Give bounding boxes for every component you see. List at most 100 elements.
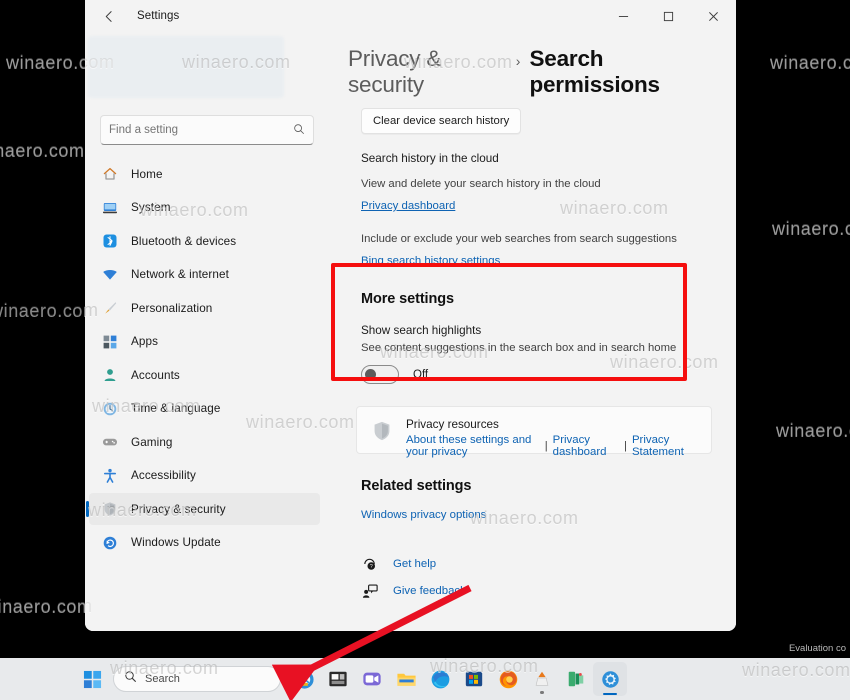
bing-description: Include or exclude your web searches fro… bbox=[361, 233, 677, 245]
breadcrumb-parent[interactable]: Privacy & security bbox=[348, 46, 507, 98]
about-settings-privacy-link[interactable]: About these settings and your privacy bbox=[406, 434, 540, 458]
watermark: winaero.com bbox=[0, 140, 85, 160]
windows-start-icon bbox=[83, 670, 101, 688]
watermark: winaero.com bbox=[770, 52, 850, 72]
sidebar-item-windows-update[interactable]: Windows Update bbox=[89, 527, 320, 559]
sidebar: Home System bbox=[85, 32, 326, 631]
show-search-highlights-label: Show search highlights bbox=[361, 324, 482, 337]
sidebar-item-label: Apps bbox=[131, 335, 159, 348]
link-divider: | bbox=[544, 440, 548, 452]
account-profile-area bbox=[88, 36, 284, 98]
taskbar-microsoft-edge-button[interactable] bbox=[423, 662, 457, 696]
search-input[interactable] bbox=[109, 124, 289, 136]
watermark: winaero.com bbox=[772, 218, 850, 238]
sidebar-item-label: Home bbox=[131, 167, 163, 181]
sidebar-item-accessibility[interactable]: Accessibility bbox=[89, 460, 320, 492]
maximize-button[interactable] bbox=[646, 0, 691, 32]
taskbar-search-box[interactable]: Search bbox=[113, 666, 281, 692]
sidebar-item-label: Privacy & security bbox=[131, 502, 226, 516]
apps-icon bbox=[101, 333, 119, 351]
shield-icon bbox=[101, 500, 119, 518]
sidebar-item-home[interactable]: Home bbox=[89, 158, 320, 190]
bluetooth-icon bbox=[101, 232, 119, 250]
breadcrumb-separator-icon: › bbox=[515, 53, 521, 69]
screenshot-root: Settings Find a setting Home System Blue… bbox=[0, 0, 850, 700]
minimize-icon bbox=[618, 15, 629, 17]
svg-text:?: ? bbox=[369, 563, 372, 569]
sidebar-item-label: Accessibility bbox=[131, 469, 196, 482]
taskbar-settings-button[interactable] bbox=[593, 662, 627, 696]
title-bar: Settings bbox=[85, 0, 736, 32]
privacy-resources-card: Privacy resources About these settings a… bbox=[356, 406, 712, 458]
gamepad-icon bbox=[101, 433, 119, 451]
related-settings-heading: Related settings bbox=[361, 478, 472, 494]
back-button[interactable] bbox=[93, 2, 125, 30]
sidebar-item-apps[interactable]: Apps bbox=[89, 326, 320, 358]
close-icon bbox=[709, 11, 718, 21]
settings-search-box[interactable] bbox=[100, 115, 314, 145]
give-feedback-link[interactable]: Give feedback bbox=[393, 585, 466, 597]
bing-search-history-settings-link[interactable]: Bing search history settings bbox=[361, 255, 500, 267]
show-search-highlights-toggle[interactable] bbox=[361, 365, 399, 384]
sidebar-item-bluetooth-devices[interactable]: Bluetooth & devices bbox=[89, 225, 320, 257]
settings-icon bbox=[601, 670, 619, 688]
sidebar-item-network-internet[interactable]: Network & internet bbox=[89, 259, 320, 291]
taskbar-task-view-button[interactable] bbox=[321, 662, 355, 696]
privacy-statement-link[interactable]: Privacy Statement bbox=[632, 434, 697, 458]
windows-privacy-options-link[interactable]: Windows privacy options bbox=[361, 509, 486, 521]
sidebar-item-system[interactable]: System bbox=[89, 192, 320, 224]
taskbar-paint-button[interactable] bbox=[559, 662, 593, 696]
maximize-icon bbox=[663, 11, 674, 21]
sidebar-item-label: Personalization bbox=[131, 301, 213, 315]
taskbar-file-explorer-button[interactable] bbox=[389, 662, 423, 696]
taskbar-microsoft-store-button[interactable] bbox=[457, 662, 491, 696]
accessibility-icon bbox=[101, 467, 119, 485]
taskbar-teams-chat-button[interactable] bbox=[355, 662, 389, 696]
breadcrumb: Privacy & security › Search permissions bbox=[348, 46, 720, 98]
wifi-icon bbox=[101, 266, 119, 284]
minimize-button[interactable] bbox=[601, 0, 646, 32]
task-view-icon bbox=[329, 671, 347, 687]
privacy-dashboard-card-link[interactable]: Privacy dashboard bbox=[553, 434, 619, 458]
toggle-state-label: Off bbox=[413, 368, 429, 381]
file-explorer-icon bbox=[396, 673, 416, 686]
sidebar-nav-list: Home System Bluetooth & devices Network … bbox=[86, 158, 320, 560]
update-icon bbox=[101, 534, 119, 552]
sidebar-item-personalization[interactable]: Personalization bbox=[89, 292, 320, 324]
sidebar-item-label: Time & language bbox=[131, 402, 221, 415]
taskbar: Search bbox=[0, 658, 850, 700]
sidebar-item-label: Windows Update bbox=[131, 536, 221, 549]
help-question-icon: ? bbox=[361, 555, 379, 573]
get-help-link[interactable]: Get help bbox=[393, 558, 436, 570]
give-feedback-row[interactable]: Give feedback bbox=[348, 582, 720, 600]
sidebar-item-time-language[interactable]: Time & language bbox=[89, 393, 320, 425]
taskbar-firefox-button[interactable] bbox=[491, 662, 525, 696]
clock-icon bbox=[101, 400, 119, 418]
microsoft-edge-icon bbox=[431, 670, 449, 688]
evaluation-watermark: Evaluation co bbox=[788, 643, 846, 654]
sidebar-item-privacy-security[interactable]: Privacy & security bbox=[86, 493, 320, 525]
privacy-dashboard-link[interactable]: Privacy dashboard bbox=[361, 200, 455, 212]
watermark: winaero.com bbox=[0, 300, 99, 320]
sidebar-item-gaming[interactable]: Gaming bbox=[89, 426, 320, 458]
close-button[interactable] bbox=[691, 0, 736, 32]
start-button[interactable] bbox=[75, 662, 109, 696]
sidebar-item-label: Gaming bbox=[131, 435, 173, 449]
window-title: Settings bbox=[137, 10, 180, 22]
taskbar-copilot-button[interactable] bbox=[287, 662, 321, 696]
sidebar-item-accounts[interactable]: Accounts bbox=[89, 359, 320, 391]
get-help-row[interactable]: ? Get help bbox=[348, 555, 720, 573]
system-icon bbox=[101, 199, 119, 217]
cloud-description: View and delete your search history in t… bbox=[361, 178, 601, 190]
more-settings-heading: More settings bbox=[361, 291, 454, 307]
show-search-highlights-description: See content suggestions in the search bo… bbox=[361, 342, 677, 354]
taskbar-vlc-button[interactable] bbox=[525, 662, 559, 696]
main-content: Privacy & security › Search permissions … bbox=[326, 32, 736, 631]
show-search-highlights-row: Off bbox=[361, 365, 720, 384]
search-history-cloud-heading: Search history in the cloud bbox=[361, 152, 499, 165]
firefox-icon bbox=[499, 670, 517, 688]
page-title: Search permissions bbox=[529, 46, 660, 97]
feedback-icon bbox=[361, 582, 379, 600]
clear-device-search-history-button[interactable]: Clear device search history bbox=[361, 108, 522, 134]
more-settings-section: More settings Show search highlights See… bbox=[348, 291, 720, 384]
